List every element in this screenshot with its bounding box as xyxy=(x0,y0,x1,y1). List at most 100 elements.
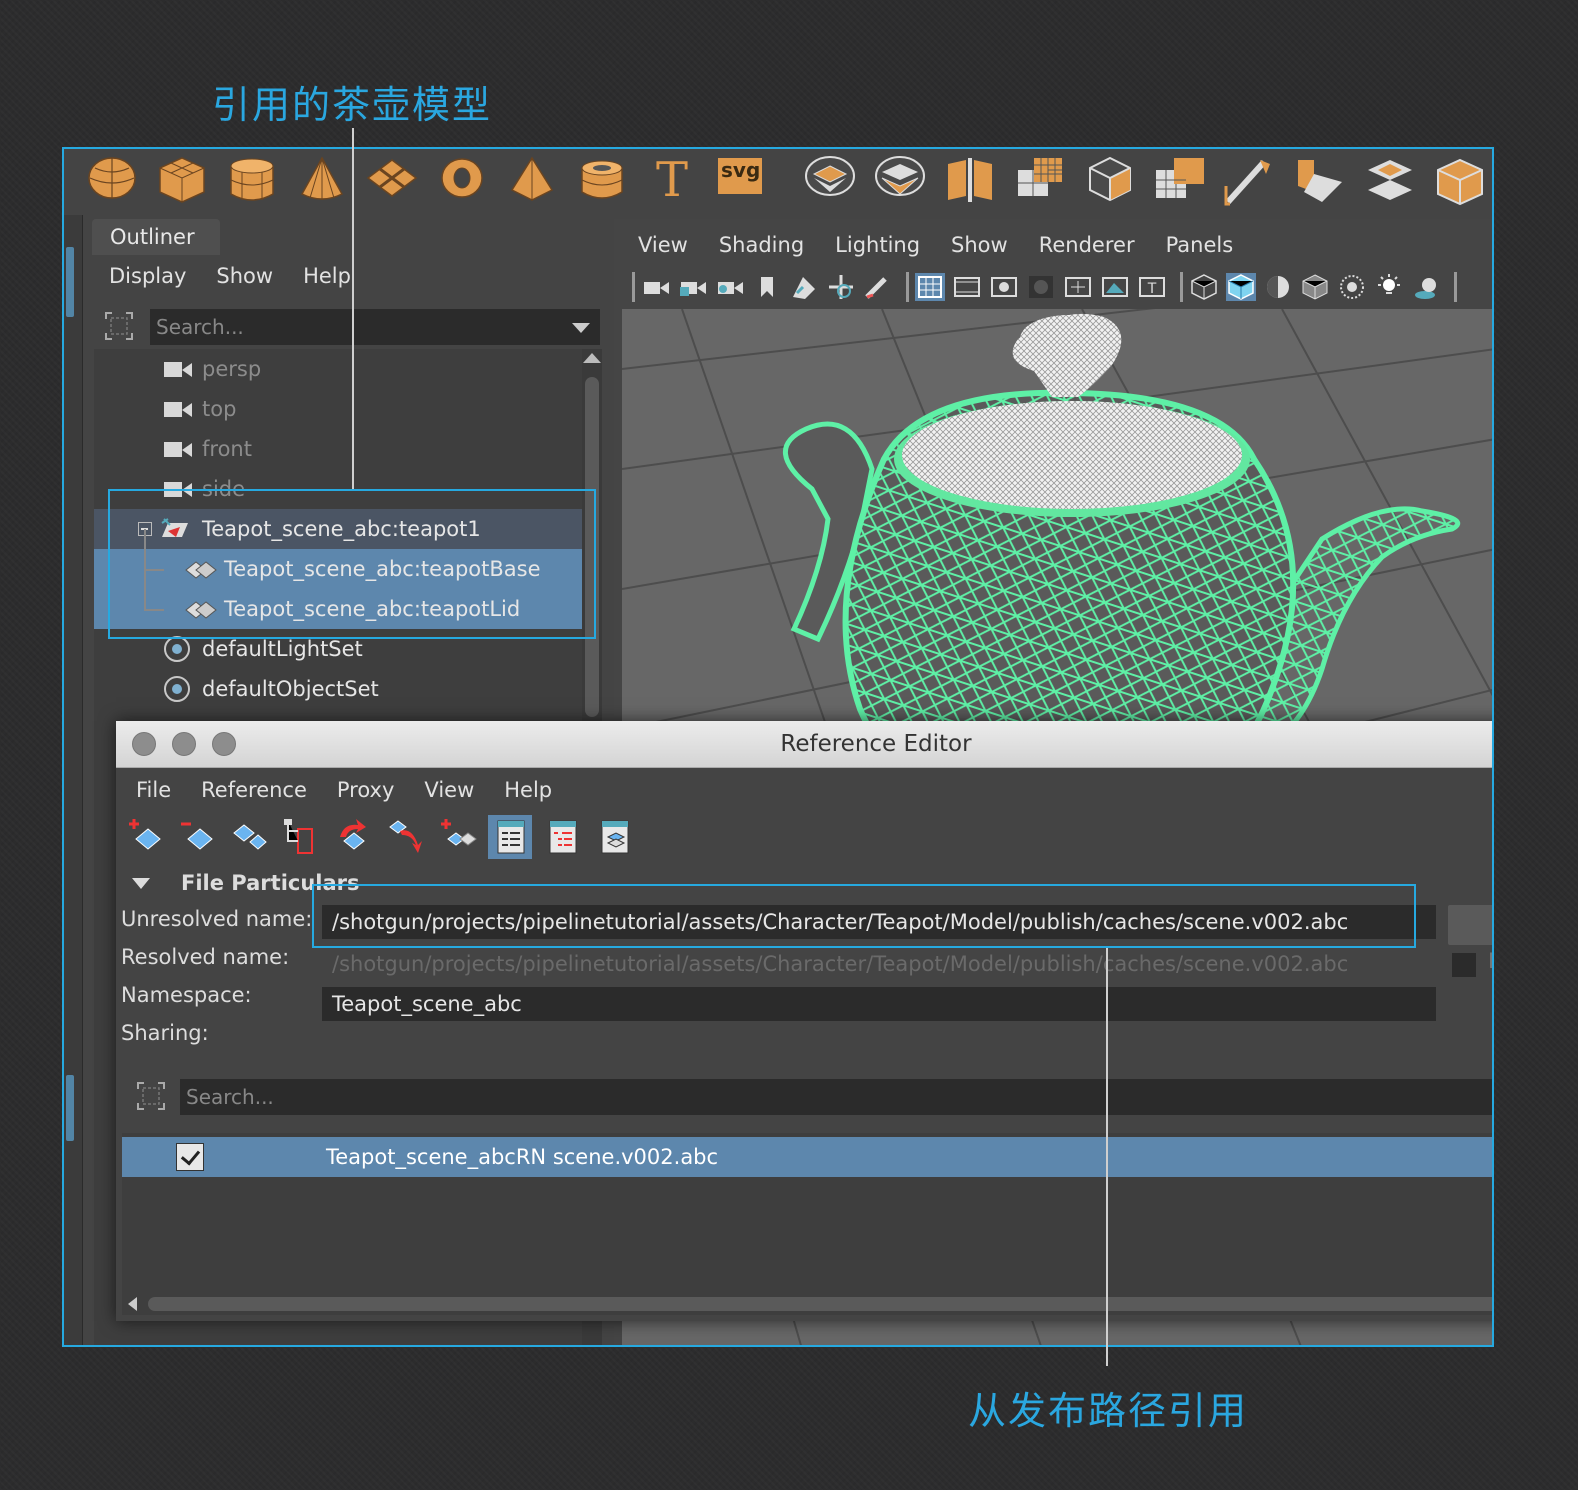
reference-editor-menubar: File Reference Proxy View Help xyxy=(136,773,582,807)
pan-icon[interactable] xyxy=(826,273,856,301)
boolean-icon[interactable] xyxy=(1154,156,1206,208)
toolbar-separator xyxy=(632,272,635,302)
object-set-icon xyxy=(164,636,190,662)
lights-icon[interactable] xyxy=(1374,273,1404,301)
polygon-cube-icon[interactable] xyxy=(156,156,208,208)
grid-icon[interactable] xyxy=(915,273,945,301)
tree-view-icon[interactable] xyxy=(540,815,584,859)
polygon-plane-icon[interactable] xyxy=(366,156,418,208)
annotation-published-path: 从发布路径引用 xyxy=(968,1389,1249,1433)
svg-text:T: T xyxy=(1147,281,1157,297)
xray-icon[interactable] xyxy=(1300,273,1330,301)
shadows-icon[interactable] xyxy=(1411,273,1441,301)
svg-icon[interactable]: svg xyxy=(716,156,764,208)
import-objects-icon[interactable] xyxy=(280,815,324,859)
smooth-shade-icon[interactable] xyxy=(1226,273,1256,301)
menu-show[interactable]: Show xyxy=(216,257,273,295)
filter-icon[interactable] xyxy=(102,309,136,343)
list-view-icon[interactable] xyxy=(488,815,532,859)
remove-reference-icon[interactable] xyxy=(176,815,220,859)
filter-icon[interactable] xyxy=(134,1079,168,1113)
multicut-icon[interactable] xyxy=(1294,156,1346,208)
gate-mask-icon[interactable] xyxy=(1026,273,1056,301)
reference-search-placeholder: Search... xyxy=(186,1085,274,1109)
scroll-thumb[interactable] xyxy=(148,1297,1492,1311)
scroll-left-icon[interactable] xyxy=(128,1297,137,1311)
sharing-label: Sharing: xyxy=(121,1021,209,1045)
menu-proxy[interactable]: Proxy xyxy=(337,773,395,807)
polygon-pipe-icon[interactable] xyxy=(576,156,628,208)
create-reference-icon[interactable] xyxy=(124,815,168,859)
horizontal-scrollbar[interactable] xyxy=(122,1293,1492,1315)
polygon-cylinder-icon[interactable] xyxy=(226,156,278,208)
separate-icon[interactable] xyxy=(874,156,926,208)
reference-row[interactable]: Teapot_scene_abcRN scene.v002.abc xyxy=(122,1137,1492,1177)
extrude-icon[interactable] xyxy=(1364,156,1416,208)
default-material-icon[interactable] xyxy=(1263,273,1293,301)
menu-renderer[interactable]: Renderer xyxy=(1039,229,1135,261)
resolution-gate-icon[interactable] xyxy=(989,273,1019,301)
leader-line-bottom xyxy=(1106,948,1108,1366)
menu-lighting[interactable]: Lighting xyxy=(835,229,920,261)
menu-display[interactable]: Display xyxy=(109,257,186,295)
option-checkbox[interactable] xyxy=(1452,953,1476,977)
extract-icon[interactable] xyxy=(944,156,996,208)
outliner-item-default-object-set[interactable]: defaultObjectSet xyxy=(94,669,582,709)
safe-title-icon[interactable]: T xyxy=(1137,273,1167,301)
polygon-text-icon[interactable]: T xyxy=(646,152,698,208)
mirror-icon[interactable] xyxy=(1084,156,1136,208)
camera-attributes-icon[interactable] xyxy=(715,273,745,301)
reload-reference-icon[interactable] xyxy=(228,815,272,859)
outliner-menubar: Display Show Help xyxy=(92,257,381,295)
smooth-icon[interactable] xyxy=(1014,156,1066,208)
unload-reference-icon[interactable] xyxy=(384,815,428,859)
scroll-up-icon[interactable] xyxy=(583,353,601,363)
menu-file[interactable]: File xyxy=(136,773,171,807)
menu-help[interactable]: Help xyxy=(303,257,351,295)
camera-lock-icon[interactable] xyxy=(678,273,708,301)
reference-search-input[interactable]: Search... xyxy=(180,1079,1492,1115)
browse-button[interactable] xyxy=(1448,905,1492,945)
menu-help[interactable]: Help xyxy=(504,773,552,807)
menu-view[interactable]: View xyxy=(424,773,474,807)
reference-editor-window: Reference Editor File Reference Proxy Vi… xyxy=(116,721,1492,1321)
outliner-search-input[interactable]: Search... xyxy=(150,309,600,345)
camera-icon xyxy=(164,362,192,377)
menu-panels[interactable]: Panels xyxy=(1166,229,1234,261)
grease-pencil-icon[interactable] xyxy=(863,273,893,301)
combine-icon[interactable] xyxy=(804,156,856,208)
field-chart-icon[interactable] xyxy=(1063,273,1093,301)
reference-sort-icon[interactable] xyxy=(332,815,376,859)
search-dropdown-icon[interactable] xyxy=(572,323,590,333)
polygon-pyramid-icon[interactable] xyxy=(506,156,558,208)
xray-joint-icon[interactable] xyxy=(1337,273,1367,301)
namespace-view-icon[interactable] xyxy=(592,815,636,859)
outliner-item-persp[interactable]: persp xyxy=(94,349,582,389)
image-plane-icon[interactable] xyxy=(789,273,819,301)
polygon-cone-icon[interactable] xyxy=(296,156,348,208)
polygon-torus-icon[interactable] xyxy=(436,156,488,208)
polygon-sphere-icon[interactable] xyxy=(86,156,138,208)
tab-outliner[interactable]: Outliner xyxy=(92,219,220,255)
menu-show[interactable]: Show xyxy=(951,229,1008,261)
wireframe-icon[interactable] xyxy=(1189,273,1219,301)
menu-view[interactable]: View xyxy=(638,229,688,261)
safe-action-icon[interactable] xyxy=(1100,273,1130,301)
namespace-field[interactable]: Teapot_scene_abc xyxy=(322,987,1436,1021)
poly-modeling-shelf: T svg xyxy=(64,149,1492,215)
reference-load-checkbox[interactable] xyxy=(176,1143,204,1171)
bevel-icon[interactable] xyxy=(1224,156,1276,208)
bookmark-icon[interactable] xyxy=(752,273,782,301)
duplicate-reference-icon[interactable] xyxy=(436,815,480,859)
film-gate-icon[interactable] xyxy=(952,273,982,301)
menu-shading[interactable]: Shading xyxy=(719,229,804,261)
window-titlebar[interactable]: Reference Editor xyxy=(116,721,1492,768)
menu-reference[interactable]: Reference xyxy=(201,773,307,807)
svg-label: svg xyxy=(721,158,761,182)
outliner-item-top[interactable]: top xyxy=(94,389,582,429)
highlight-teapot-nodes xyxy=(108,489,596,639)
camera-icon[interactable] xyxy=(641,273,671,301)
outliner-item-front[interactable]: front xyxy=(94,429,582,469)
bridge-icon[interactable] xyxy=(1434,156,1486,208)
expand-triangle-icon[interactable] xyxy=(132,878,150,889)
